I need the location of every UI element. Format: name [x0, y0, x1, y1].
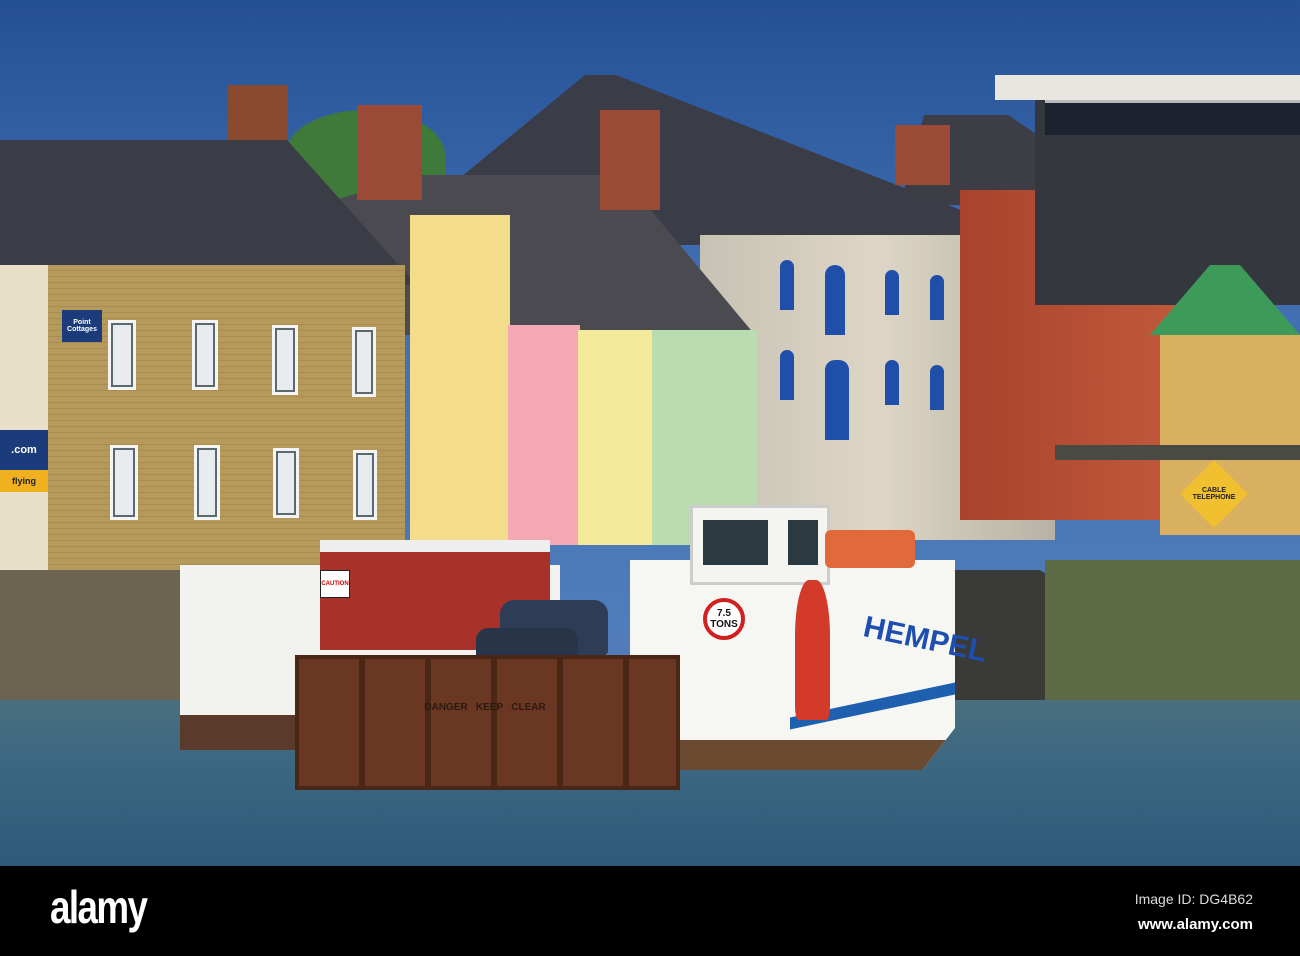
chimney	[357, 105, 422, 200]
alamy-logo: alamy	[50, 881, 148, 933]
alamy-url: www.alamy.com	[1137, 916, 1253, 933]
modern-building-glass	[1045, 100, 1300, 135]
watermark-bar: alamy Image ID: DG4B62 www.alamy.com	[0, 866, 1300, 956]
chimney	[600, 110, 660, 210]
ferry-right-wheelhouse	[690, 505, 830, 585]
cream-house	[578, 330, 653, 545]
modern-building-roof	[995, 75, 1300, 100]
pier-wall	[1045, 560, 1300, 710]
pink-house	[508, 325, 580, 545]
weight-limit-sign: 7.5 TONS	[703, 598, 745, 640]
com-sign: .com	[0, 430, 48, 470]
ferry-ramp	[295, 655, 680, 790]
yellow-house	[410, 215, 510, 545]
image-id: Image ID: DG4B62	[1134, 891, 1253, 907]
chimney	[895, 125, 950, 185]
life-raft	[825, 530, 915, 568]
point-cottages-sign: Point Cottages	[62, 310, 102, 342]
quay-wall	[0, 570, 195, 710]
photo: CABLE TELEPHONE Point Cottages .com flyi…	[0, 0, 1300, 866]
caution-sign: CAUTION	[320, 570, 350, 598]
flying-sign: flying	[0, 470, 48, 492]
hull-logo	[795, 580, 830, 720]
brick-building: Point Cottages	[0, 265, 405, 575]
canopy	[1055, 445, 1300, 460]
ramp-warning-text: DANGER KEEP CLEAR	[424, 701, 546, 713]
